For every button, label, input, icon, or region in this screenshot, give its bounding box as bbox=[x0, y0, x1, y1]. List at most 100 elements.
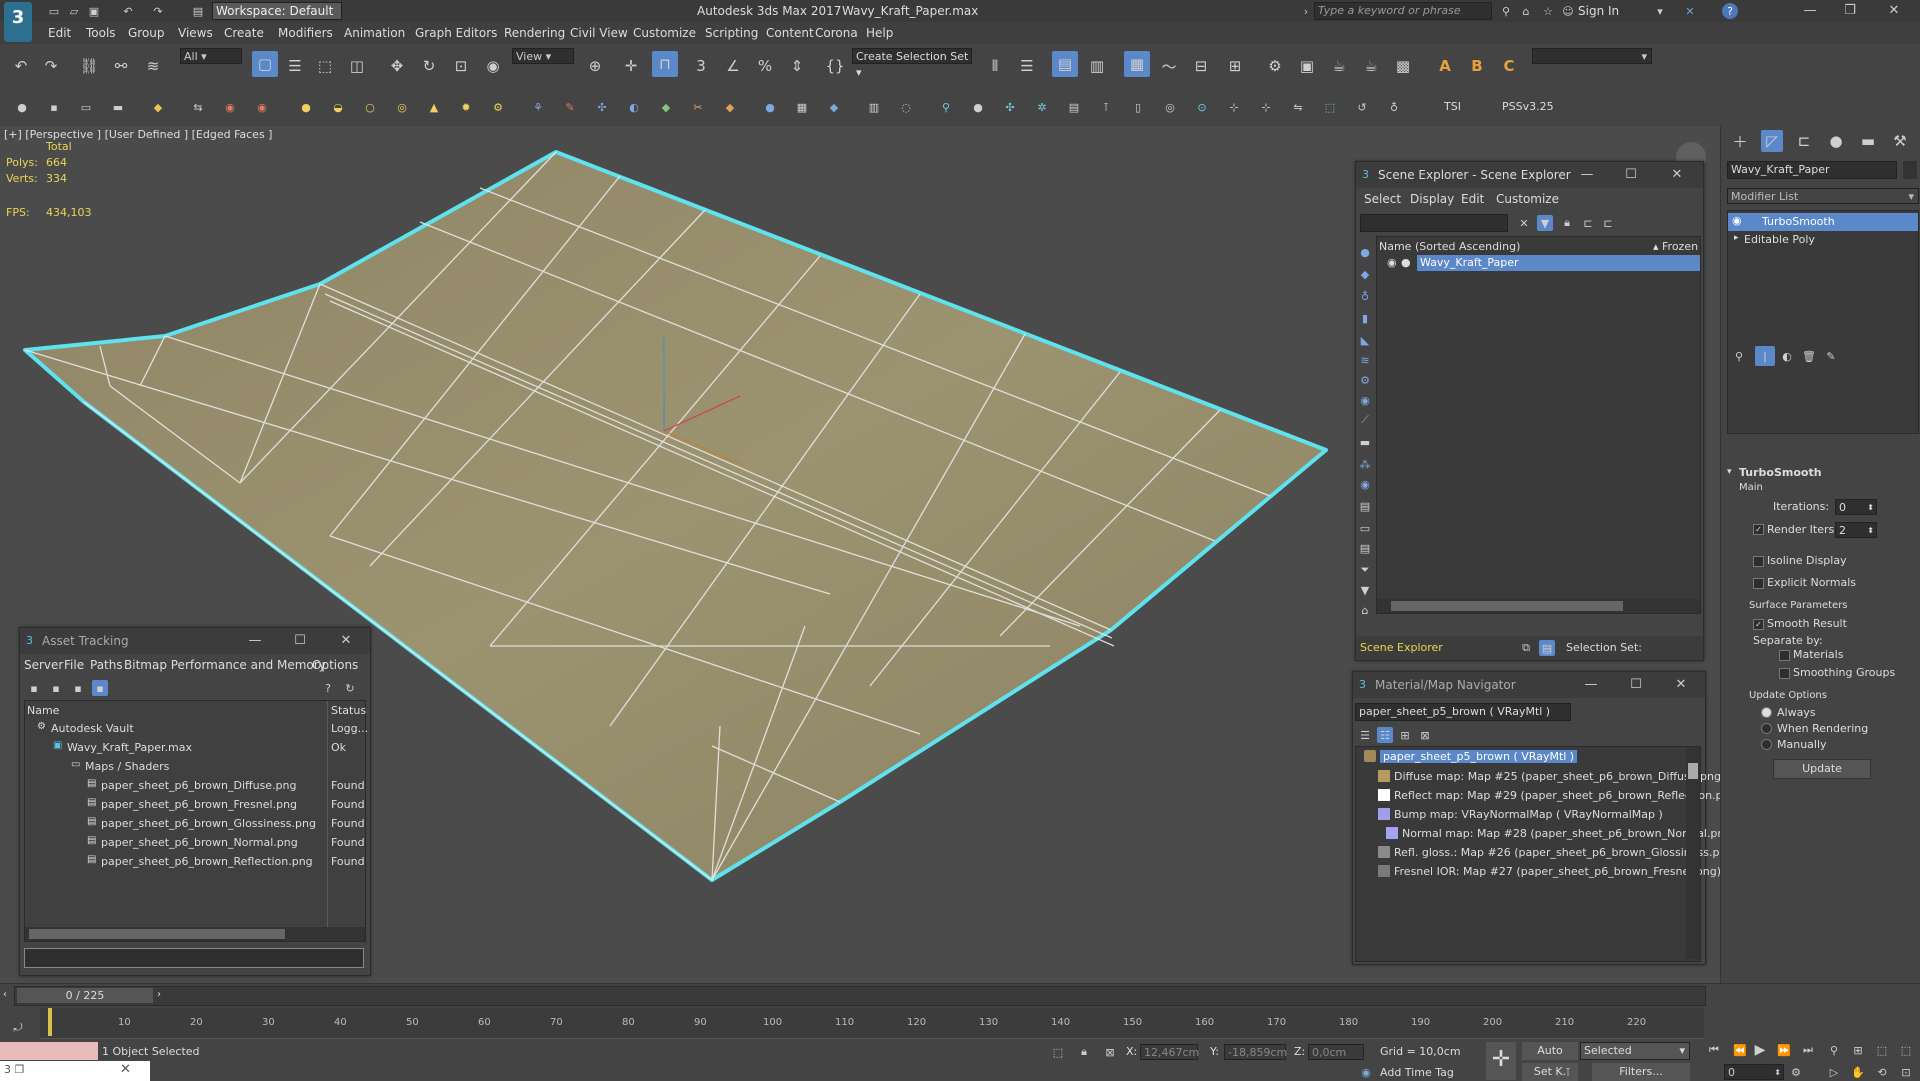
tool-icon-21[interactable]: ✣ bbox=[1002, 99, 1018, 115]
hierarchy-icon[interactable]: ⊏ bbox=[1580, 215, 1596, 231]
isolate-selection-icon[interactable]: ⬚ bbox=[1050, 1044, 1066, 1060]
update-always-radio[interactable] bbox=[1761, 707, 1772, 718]
expand-arrow-icon[interactable]: ▸ bbox=[1734, 233, 1739, 243]
display-shapes-icon[interactable]: ◆ bbox=[1357, 266, 1373, 282]
redo-icon[interactable]: ↷ bbox=[150, 3, 166, 19]
display-none-icon[interactable]: ⁂ bbox=[1357, 456, 1373, 472]
menu-content[interactable]: Content bbox=[766, 26, 814, 40]
tool-icon-23[interactable]: ▤ bbox=[1066, 99, 1082, 115]
tool-icon-8[interactable]: ◉ bbox=[254, 99, 270, 115]
close-button[interactable]: ✕ bbox=[336, 631, 356, 651]
tool-icon-7[interactable]: ◉ bbox=[222, 99, 238, 115]
undo-icon[interactable]: ↶ bbox=[10, 55, 32, 77]
tool-icon-6[interactable]: ⇆ bbox=[190, 99, 206, 115]
tool-icon-1[interactable]: ● bbox=[14, 99, 30, 115]
zoom-extents-icon[interactable]: ⬚ bbox=[1874, 1042, 1890, 1058]
material-tree-item[interactable]: Refl. gloss.: Map #26 (paper_sheet_p6_br… bbox=[1356, 844, 1738, 862]
restore-button[interactable]: ❐ bbox=[1840, 1, 1860, 21]
view-large-icons-icon[interactable]: ⊠ bbox=[1417, 727, 1433, 743]
tool-icon-3[interactable]: ▭ bbox=[78, 99, 94, 115]
go-to-start-icon[interactable]: ⏮ bbox=[1706, 1042, 1722, 1058]
at-menu-paths[interactable]: Paths bbox=[90, 658, 123, 672]
star-icon[interactable]: ☆ bbox=[1540, 3, 1556, 19]
display-spacewarps-icon[interactable]: ≋ bbox=[1357, 352, 1373, 368]
project-icon[interactable]: ▤ bbox=[190, 3, 206, 19]
at-col-name[interactable]: Name bbox=[27, 704, 59, 717]
se-scroll-thumb[interactable] bbox=[1391, 601, 1623, 611]
se-menu-customize[interactable]: Customize bbox=[1496, 192, 1559, 206]
selection-set-dropdown[interactable]: Create Selection Set ▾ bbox=[852, 48, 972, 79]
menu-graph-editors[interactable]: Graph Editors bbox=[415, 26, 497, 40]
hierarchy-tab-icon[interactable]: ⊏ bbox=[1793, 130, 1815, 152]
filters-button[interactable]: Filters... bbox=[1592, 1063, 1690, 1081]
se-col-name[interactable]: Name (Sorted Ascending) bbox=[1379, 240, 1520, 253]
pin-stack-icon[interactable]: ⚲ bbox=[1731, 348, 1747, 364]
funnel-plus-icon[interactable]: ▼ bbox=[1357, 582, 1373, 598]
filter-icon[interactable]: ▼ bbox=[1537, 215, 1553, 231]
tool-icon-19[interactable]: ▥ bbox=[866, 99, 882, 115]
window-crossing-icon[interactable]: ◫ bbox=[346, 55, 368, 77]
text-c-icon[interactable]: C bbox=[1498, 55, 1520, 77]
time-slider-thumb[interactable]: 0 / 225 bbox=[17, 988, 153, 1003]
time-tag-icon[interactable]: ◉ bbox=[1358, 1064, 1374, 1080]
se-object-row[interactable]: ◉ ● Wavy_Kraft_Paper bbox=[1377, 255, 1700, 271]
toolbar-empty-dropdown[interactable]: ▾ bbox=[1532, 48, 1652, 64]
material-tree-item[interactable]: Reflect map: Map #29 (paper_sheet_p6_bro… bbox=[1356, 787, 1736, 805]
user-icon[interactable]: ☺ bbox=[1560, 3, 1576, 19]
y-coord-field[interactable]: -18,859cm bbox=[1224, 1044, 1287, 1060]
maximize-button[interactable]: ☐ bbox=[290, 631, 310, 651]
tool-icon-27[interactable]: ⊙ bbox=[1194, 99, 1210, 115]
tool-icon-2[interactable]: ▪ bbox=[46, 99, 62, 115]
text-a-icon[interactable]: A bbox=[1434, 55, 1456, 77]
render-setup-icon[interactable]: ⚙ bbox=[1264, 55, 1286, 77]
eye-icon[interactable]: ◉ bbox=[1387, 256, 1397, 269]
minimize-button[interactable]: — bbox=[1581, 675, 1601, 695]
circle-icon[interactable]: ○ bbox=[362, 99, 378, 115]
display-bones-icon[interactable]: ⟋ bbox=[1357, 412, 1373, 428]
object-bulb-icon[interactable]: ● bbox=[1401, 256, 1411, 269]
mini-curve-editor-icon[interactable]: ⤾ bbox=[10, 1020, 26, 1036]
at-tool-icon-3[interactable]: ▪ bbox=[70, 680, 86, 696]
at-tool-icon-1[interactable]: ▪ bbox=[26, 680, 42, 696]
text-b-icon[interactable]: B bbox=[1466, 55, 1488, 77]
object-name-field[interactable]: Wavy_Kraft_Paper bbox=[1727, 161, 1897, 179]
tool-icon-12[interactable]: ◐ bbox=[626, 99, 642, 115]
clear-search-icon[interactable]: ✕ bbox=[1516, 215, 1532, 231]
material-scroll-thumb[interactable] bbox=[1688, 763, 1698, 779]
menu-help[interactable]: Help bbox=[866, 26, 893, 40]
minimize-button[interactable]: — bbox=[1577, 165, 1597, 185]
next-frame-icon[interactable]: › bbox=[157, 989, 161, 1000]
scale-icon[interactable]: ⊡ bbox=[450, 55, 472, 77]
se-search-input[interactable] bbox=[1360, 214, 1508, 232]
mirror-icon[interactable]: ⫴ bbox=[984, 55, 1006, 77]
maximize-viewport-icon[interactable]: ⊡ bbox=[1898, 1064, 1914, 1080]
minimize-button[interactable]: — bbox=[245, 631, 265, 651]
maxscript-listener[interactable] bbox=[0, 1042, 98, 1060]
display-xrefs-icon[interactable]: ◉ bbox=[1357, 392, 1373, 408]
minimize-button[interactable]: — bbox=[1800, 1, 1820, 21]
render-iters-spinner[interactable]: 2 ⬍ bbox=[1835, 522, 1877, 538]
display-helpers-icon[interactable]: ◣ bbox=[1357, 332, 1373, 348]
tool-icon-28[interactable]: ⊹ bbox=[1226, 99, 1242, 115]
at-scroll-thumb[interactable] bbox=[29, 929, 285, 939]
create-tab-icon[interactable]: ＋ bbox=[1729, 130, 1751, 152]
render-production-icon[interactable]: ☕ bbox=[1328, 55, 1350, 77]
at-menu-file[interactable]: File bbox=[64, 658, 84, 672]
expand-icon[interactable]: › bbox=[1298, 3, 1314, 19]
select-object-icon[interactable]: ▢ bbox=[252, 51, 278, 77]
tool-icon-11[interactable]: ✣ bbox=[594, 99, 610, 115]
pss-label[interactable]: PSSv3.25 bbox=[1502, 100, 1554, 113]
separate-materials-checkbox[interactable] bbox=[1779, 650, 1790, 661]
sun-icon[interactable]: ✹ bbox=[458, 99, 474, 115]
display-groups-icon[interactable]: ⚙ bbox=[1357, 372, 1373, 388]
table-row[interactable]: ▤ paper_sheet_p6_brown_Normal.png Found bbox=[25, 834, 365, 852]
new-file-icon[interactable]: ▭ bbox=[46, 3, 62, 19]
object-color-swatch[interactable] bbox=[1903, 161, 1917, 179]
display-geometry-icon[interactable]: ● bbox=[1357, 244, 1373, 260]
display-lights-icon[interactable]: ♁ bbox=[1357, 288, 1373, 304]
torus-icon[interactable]: ◎ bbox=[394, 99, 410, 115]
collapse-icon[interactable]: ⌂ bbox=[1357, 602, 1373, 618]
table-row[interactable]: ▤ paper_sheet_p6_brown_Reflection.png Fo… bbox=[25, 853, 365, 871]
material-tree-item[interactable]: Bump map: VRayNormalMap ( VRayNormalMap … bbox=[1356, 806, 1700, 824]
z-coord-field[interactable]: 0,0cm bbox=[1308, 1044, 1364, 1060]
